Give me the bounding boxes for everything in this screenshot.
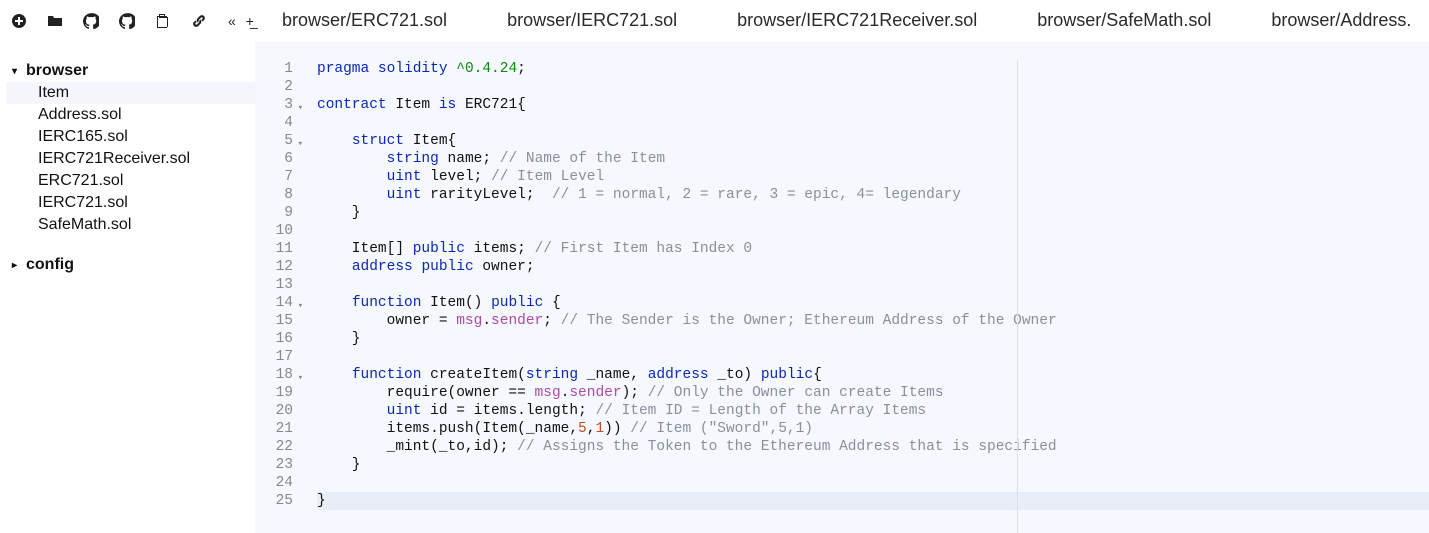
line-number: 6 <box>255 150 293 168</box>
file-explorer: ▾browserItemAddress.solIERC165.solIERC72… <box>0 42 255 533</box>
tab-1[interactable]: browser/IERC721.sol <box>489 0 695 42</box>
code-line[interactable] <box>317 276 1429 294</box>
code-line[interactable]: require(owner == msg.sender); // Only th… <box>317 384 1429 402</box>
tabs-back-icon[interactable]: « <box>228 13 236 29</box>
code-line[interactable]: Item[] public items; // First Item has I… <box>317 240 1429 258</box>
code-editor[interactable]: 123▾45▾67891011121314▾15161718▾192021222… <box>255 42 1429 533</box>
code-line[interactable]: } <box>317 456 1429 474</box>
code-line[interactable]: uint rarityLevel; // 1 = normal, 2 = rar… <box>317 186 1429 204</box>
line-number: 21 <box>255 420 293 438</box>
file-IERC721.sol[interactable]: IERC721.sol <box>6 192 255 214</box>
line-number: 13 <box>255 276 293 294</box>
file-ERC721.sol[interactable]: ERC721.sol <box>6 170 255 192</box>
tab-2[interactable]: browser/IERC721Receiver.sol <box>719 0 995 42</box>
line-number: 14▾ <box>255 294 293 312</box>
folder-browser[interactable]: ▾ browser <box>6 60 255 82</box>
file-Address.sol[interactable]: Address.sol <box>6 104 255 126</box>
code-line[interactable] <box>317 78 1429 96</box>
code-line[interactable] <box>317 474 1429 492</box>
line-number: 11 <box>255 240 293 258</box>
file-SafeMath.sol[interactable]: SafeMath.sol <box>6 214 255 236</box>
body-row: ▾browserItemAddress.solIERC165.solIERC72… <box>0 42 1429 533</box>
line-number: 25 <box>255 492 293 510</box>
code-line[interactable]: items.push(Item(_name,5,1)) // Item ("Sw… <box>317 420 1429 438</box>
line-number: 9 <box>255 204 293 222</box>
open-folder-icon[interactable] <box>46 12 64 30</box>
line-number: 19 <box>255 384 293 402</box>
file-toolbar <box>0 0 214 42</box>
code-area[interactable]: pragma solidity ^0.4.24; contract Item is… <box>301 60 1429 533</box>
line-number: 7 <box>255 168 293 186</box>
tabs-add-icon[interactable]: +̲ <box>246 13 254 29</box>
line-number: 2 <box>255 78 293 96</box>
line-number: 23 <box>255 456 293 474</box>
github-icon[interactable] <box>82 12 100 30</box>
line-number: 4 <box>255 114 293 132</box>
folder-label: browser <box>26 62 88 80</box>
folder-config[interactable]: ▸ config <box>6 254 255 276</box>
folder-label: config <box>26 256 74 274</box>
line-number: 3▾ <box>255 96 293 114</box>
code-line[interactable]: struct Item{ <box>317 132 1429 150</box>
line-number-gutter: 123▾45▾67891011121314▾15161718▾192021222… <box>255 60 301 533</box>
code-line[interactable]: uint level; // Item Level <box>317 168 1429 186</box>
line-number: 17 <box>255 348 293 366</box>
file-IERC165.sol[interactable]: IERC165.sol <box>6 126 255 148</box>
line-number: 22 <box>255 438 293 456</box>
caret-icon: ▸ <box>12 260 22 271</box>
line-number: 12 <box>255 258 293 276</box>
top-row: « +̲ browser/ERC721.sol browser/IERC721.s… <box>0 0 1429 42</box>
line-number: 8 <box>255 186 293 204</box>
line-number: 15 <box>255 312 293 330</box>
code-line[interactable]: string name; // Name of the Item <box>317 150 1429 168</box>
tree-spacer <box>6 236 255 254</box>
code-line[interactable] <box>317 348 1429 366</box>
line-number: 20 <box>255 402 293 420</box>
code-line[interactable]: owner = msg.sender; // The Sender is the… <box>317 312 1429 330</box>
line-number: 10 <box>255 222 293 240</box>
line-number: 24 <box>255 474 293 492</box>
github-gist-icon[interactable] <box>118 12 136 30</box>
code-line[interactable]: } <box>317 492 1429 510</box>
caret-icon: ▾ <box>12 66 22 77</box>
code-line[interactable]: pragma solidity ^0.4.24; <box>317 60 1429 78</box>
code-line[interactable]: _mint(_to,id); // Assigns the Token to t… <box>317 438 1429 456</box>
line-number: 16 <box>255 330 293 348</box>
code-line[interactable]: address public owner; <box>317 258 1429 276</box>
link-icon[interactable] <box>190 12 208 30</box>
code-line[interactable] <box>317 114 1429 132</box>
new-file-icon[interactable] <box>10 12 28 30</box>
code-line[interactable]: } <box>317 204 1429 222</box>
tab-3[interactable]: browser/SafeMath.sol <box>1019 0 1229 42</box>
tab-4[interactable]: browser/Address. <box>1253 0 1429 42</box>
code-line[interactable] <box>317 222 1429 240</box>
tab-0[interactable]: browser/ERC721.sol <box>264 0 465 42</box>
line-number: 5▾ <box>255 132 293 150</box>
code-line[interactable]: function Item() public { <box>317 294 1429 312</box>
print-margin-guide <box>1017 60 1018 533</box>
file-IERC721Receiver.sol[interactable]: IERC721Receiver.sol <box>6 148 255 170</box>
line-number: 18▾ <box>255 366 293 384</box>
code-line[interactable]: uint id = items.length; // Item ID = Len… <box>317 402 1429 420</box>
clipboard-icon[interactable] <box>154 12 172 30</box>
file-Item[interactable]: Item <box>6 82 255 104</box>
tab-controls: « +̲ <box>214 0 260 42</box>
line-number: 1 <box>255 60 293 78</box>
code-line[interactable]: contract Item is ERC721{ <box>317 96 1429 114</box>
code-line[interactable]: } <box>317 330 1429 348</box>
code-line[interactable]: function createItem(string _name, addres… <box>317 366 1429 384</box>
editor-tabs: browser/ERC721.sol browser/IERC721.sol bro… <box>260 0 1429 42</box>
